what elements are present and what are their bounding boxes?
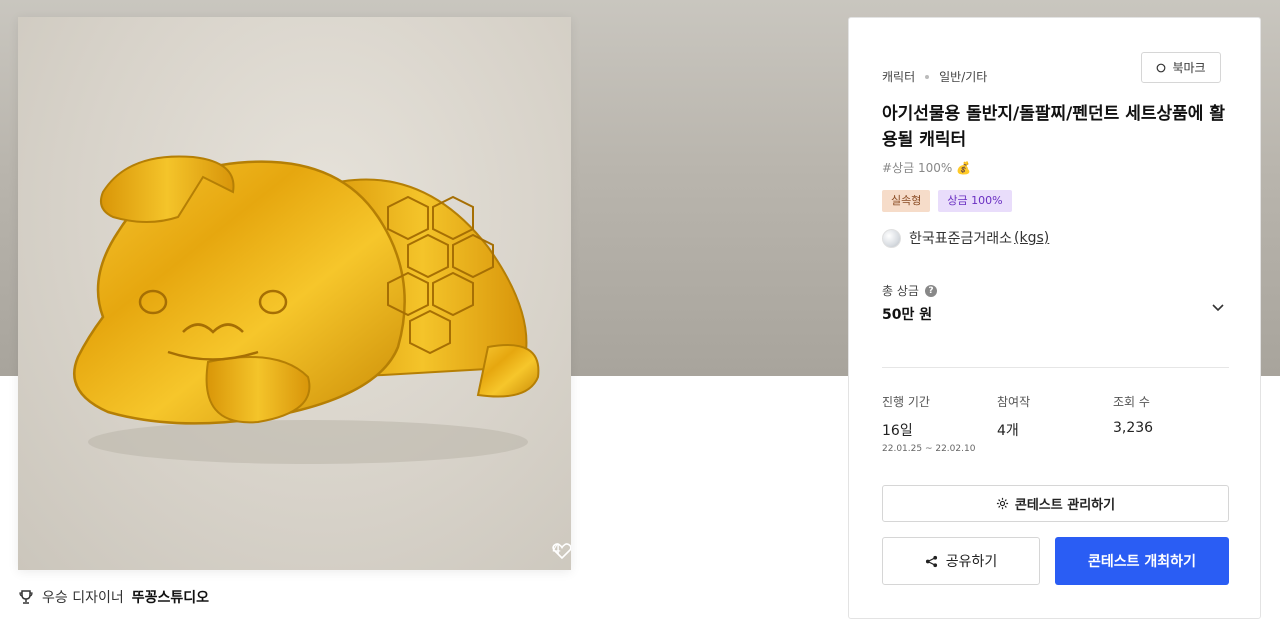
- host-contest-label: 콘테스트 개최하기: [1088, 554, 1196, 570]
- prize-hashtag: #상금 100% 💰: [882, 161, 972, 175]
- winning-entry-image[interactable]: 4: [18, 17, 571, 570]
- period-label: 진행 기간: [882, 395, 930, 409]
- like-button[interactable]: 4: [552, 542, 571, 560]
- contest-title: 아기선물용 돌반지/돌팔찌/펜던트 세트상품에 활용될 캐릭터: [882, 104, 1225, 150]
- prize-label-text: 총 상금: [882, 284, 919, 298]
- period-dates: 22.01.25 ~ 22.02.10: [882, 444, 976, 454]
- entries-value: 4개: [997, 423, 1019, 439]
- gold-turtle-character-image: [73, 155, 540, 464]
- stat-period: 진행 기간 16일 22.01.25 ~ 22.02.10: [882, 393, 975, 454]
- help-icon[interactable]: ?: [924, 284, 937, 297]
- section-divider: [882, 367, 1229, 368]
- period-value: 16일: [882, 423, 913, 439]
- host-contest-button[interactable]: 콘테스트 개최하기: [1055, 537, 1229, 585]
- designer-name[interactable]: 뚜꽁스튜디오: [132, 587, 209, 607]
- total-prize-label: 총 상금 ?: [882, 282, 937, 299]
- stat-views: 조회 수 3,236: [1113, 393, 1153, 436]
- category-breadcrumb: 캐릭터 일반/기타: [882, 68, 987, 85]
- manage-contest-button[interactable]: 콘테스트 관리하기: [882, 485, 1229, 522]
- contest-host[interactable]: 한국표준금거래소 (kgs): [882, 228, 1049, 248]
- badge-prize-rate: 상금 100%: [938, 190, 1012, 212]
- host-code: (kgs): [1014, 230, 1050, 246]
- total-prize-value: 50만 원: [882, 307, 933, 323]
- views-label: 조회 수: [1113, 395, 1150, 409]
- views-value: 3,236: [1113, 420, 1154, 436]
- share-label: 공유하기: [945, 554, 998, 570]
- bookmark-button[interactable]: 북마크: [1141, 52, 1221, 83]
- share-button[interactable]: 공유하기: [882, 537, 1040, 585]
- gear-icon: [996, 497, 1008, 510]
- contest-badges: 실속형 상금 100%: [882, 190, 1012, 212]
- breadcrumb-separator: [925, 74, 930, 79]
- chevron-down-icon[interactable]: [1211, 303, 1225, 313]
- subcategory-label[interactable]: 일반/기타: [939, 68, 987, 85]
- entries-label: 참여작: [997, 395, 1031, 409]
- trophy-icon: [19, 590, 33, 604]
- winning-designer: 우승 디자이너 뚜꽁스튜디오: [18, 587, 209, 607]
- contest-info-panel: 캐릭터 일반/기타 북마크 아기선물용 돌반지/돌팔찌/펜던트 세트상품에 활용…: [848, 17, 1261, 619]
- host-logo-icon: [882, 228, 901, 248]
- manage-contest-label: 콘테스트 관리하기: [1014, 498, 1116, 513]
- host-name: 한국표준금거래소: [909, 231, 1013, 247]
- badge-contest-type: 실속형: [882, 190, 931, 212]
- bookmark-icon: [1157, 63, 1166, 72]
- stat-entries: 참여작 4개: [997, 393, 1030, 440]
- bookmark-label: 북마크: [1172, 61, 1206, 75]
- share-icon: [925, 555, 937, 567]
- category-label[interactable]: 캐릭터: [882, 68, 915, 85]
- heart-outline-icon: [552, 543, 571, 560]
- designer-label: 우승 디자이너: [42, 590, 124, 606]
